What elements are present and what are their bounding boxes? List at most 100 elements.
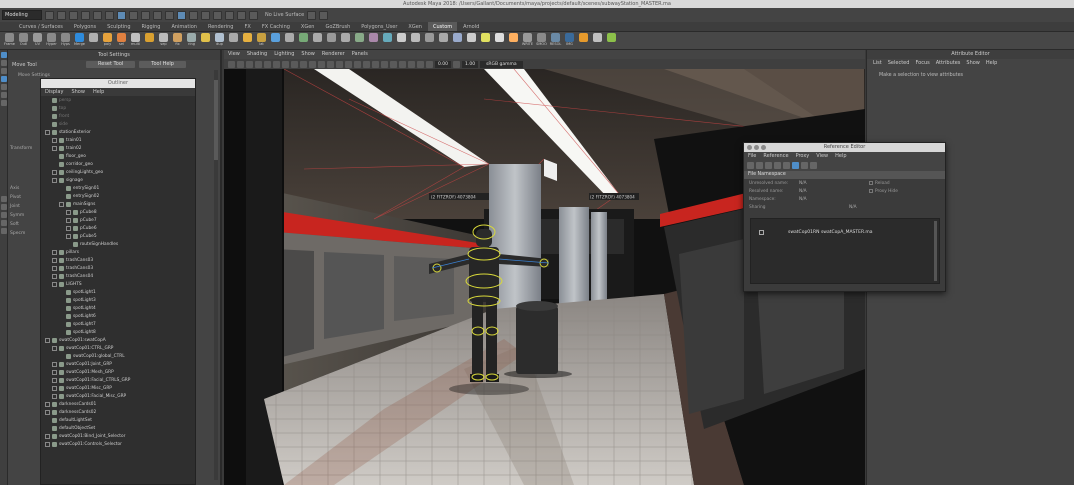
shadows-icon[interactable] [345, 60, 352, 68]
outliner-item[interactable]: swatCop01:Joint_GRP [41, 360, 195, 368]
ipr-render-icon[interactable] [225, 10, 234, 20]
scrollbar-thumb[interactable] [214, 80, 218, 160]
shelf-button[interactable]: Outl [18, 33, 29, 48]
expand-toggle-icon[interactable] [52, 145, 57, 151]
attr-menu-focus[interactable]: Focus [915, 59, 929, 67]
outliner-item[interactable]: darknessCards01 [41, 400, 195, 408]
gamma-field[interactable]: 1.00 [462, 60, 479, 68]
expand-toggle-icon[interactable] [52, 377, 57, 383]
outliner-item[interactable]: front [41, 112, 195, 120]
outliner-item[interactable]: pillars [41, 248, 195, 256]
expand-toggle-icon[interactable] [52, 273, 57, 279]
select-tool-icon[interactable] [1, 52, 7, 58]
symmetry-icon[interactable] [307, 10, 317, 20]
expand-toggle-icon[interactable] [66, 209, 71, 215]
select-hierarchy-icon[interactable] [105, 10, 114, 20]
shelf-button[interactable]: Hyps [60, 33, 71, 48]
bookmark-icon[interactable] [237, 60, 244, 68]
create-reference-icon[interactable] [747, 162, 754, 169]
shelf-button[interactable] [284, 33, 295, 48]
shelf-button[interactable] [228, 33, 239, 48]
shelf-button[interactable] [298, 33, 309, 48]
backface-culling-icon[interactable] [417, 60, 424, 68]
expand-toggle-icon[interactable] [52, 177, 57, 183]
shelf-button[interactable]: ring [186, 33, 197, 48]
exposure-field[interactable]: 0.00 [435, 60, 452, 68]
outliner-item[interactable]: routeSignHandles [41, 240, 195, 248]
reference-list[interactable]: swatCop01RN swatCopA_MASTER.ma [750, 218, 940, 284]
shelf-button[interactable]: RESOL [550, 33, 561, 48]
shelf-button[interactable]: IMG [564, 33, 575, 48]
expand-toggle-icon[interactable] [45, 409, 50, 415]
shelf-tab-xgen[interactable]: XGen [296, 22, 320, 31]
shelf-button[interactable] [508, 33, 519, 48]
paint-select-tool-icon[interactable] [1, 68, 7, 74]
shelf-button[interactable] [340, 33, 351, 48]
list-view-icon[interactable] [792, 162, 799, 169]
gate-mask-icon[interactable] [282, 60, 289, 68]
expand-toggle-icon[interactable] [45, 401, 50, 407]
open-scene-icon[interactable] [57, 10, 66, 20]
attr-menu-show[interactable]: Show [966, 59, 980, 67]
outliner-item[interactable]: spotLight1 [41, 288, 195, 296]
expand-toggle-icon[interactable] [52, 137, 57, 143]
new-scene-icon[interactable] [45, 10, 54, 20]
snap-curve-icon[interactable] [153, 10, 162, 20]
snap-view-icon[interactable] [177, 10, 186, 20]
attr-menu-list[interactable]: List [873, 59, 882, 67]
outliner-item[interactable]: swatCop01:Controls_Selector [41, 440, 195, 448]
shelf-button[interactable] [312, 33, 323, 48]
reference-loaded-checkbox[interactable] [759, 230, 764, 235]
shelf-tab-custom[interactable]: Custom [427, 22, 458, 31]
outliner-item[interactable]: swatCop01:CTRL_GRP [41, 344, 195, 352]
shelf-tab-xgen[interactable]: XGen [403, 22, 427, 31]
xray-joints-icon[interactable] [408, 60, 415, 68]
select-component-icon[interactable] [129, 10, 138, 20]
outliner-item[interactable]: pCube8 [41, 208, 195, 216]
outliner-item[interactable]: entrySign02 [41, 192, 195, 200]
shelf-button[interactable] [606, 33, 617, 48]
save-scene-icon[interactable] [69, 10, 78, 20]
render-settings-icon[interactable] [237, 10, 246, 20]
soft-select-label[interactable]: Soft [10, 222, 19, 227]
remove-reference-icon[interactable] [765, 162, 772, 169]
ambient-occlusion-icon[interactable] [354, 60, 361, 68]
axis-label[interactable]: Axis [10, 186, 19, 191]
lasso-tool-icon[interactable] [1, 60, 7, 66]
shelf-tab-curves-surfaces[interactable]: Curves / Surfaces [14, 22, 68, 31]
ref-menu-proxy[interactable]: Proxy [796, 152, 810, 160]
shelf-tab-fx[interactable]: FX [240, 22, 256, 31]
last-tool-icon[interactable] [1, 100, 7, 106]
expand-toggle-icon[interactable] [45, 441, 50, 447]
shelf-tab-fx-caching[interactable]: FX Caching [257, 22, 295, 31]
view-transform-dropdown[interactable]: sRGB gamma [480, 60, 523, 68]
special-label[interactable]: Specm [10, 231, 25, 236]
outliner-item[interactable]: pCube5 [41, 232, 195, 240]
shelf-button[interactable] [200, 33, 211, 48]
outliner-item[interactable]: spotLight8 [41, 328, 195, 336]
expand-toggle-icon[interactable] [52, 385, 57, 391]
outliner-item[interactable]: swatCop01:Mesh_GRP [41, 368, 195, 376]
transform-constraint-icon[interactable] [319, 10, 329, 20]
outliner-item[interactable]: mainSigns [41, 200, 195, 208]
reload-reference-icon[interactable] [774, 162, 781, 169]
filter-icon[interactable] [810, 162, 817, 169]
outliner-item[interactable]: LIGHTS [41, 280, 195, 288]
redo-icon[interactable] [93, 10, 102, 20]
shelf-button[interactable] [354, 33, 365, 48]
snap-grid-icon[interactable] [141, 10, 150, 20]
shelf-button[interactable] [592, 33, 603, 48]
shelf-button[interactable]: sep [158, 33, 169, 48]
shelf-button[interactable] [270, 33, 281, 48]
undo-icon[interactable] [81, 10, 90, 20]
outliner-item[interactable]: ceilingLights_geo [41, 168, 195, 176]
outliner-item[interactable]: swatCop01:Misc_GRP [41, 384, 195, 392]
select-object-icon[interactable] [117, 10, 126, 20]
outliner-menu-show[interactable]: Show [71, 88, 85, 96]
lights-icon[interactable] [336, 60, 343, 68]
outliner-menu-display[interactable]: Display [45, 88, 63, 96]
expand-toggle-icon[interactable] [52, 249, 57, 255]
outliner-item[interactable]: side [41, 120, 195, 128]
outliner-menu-help[interactable]: Help [93, 88, 104, 96]
shelf-button[interactable]: lat [256, 33, 267, 48]
